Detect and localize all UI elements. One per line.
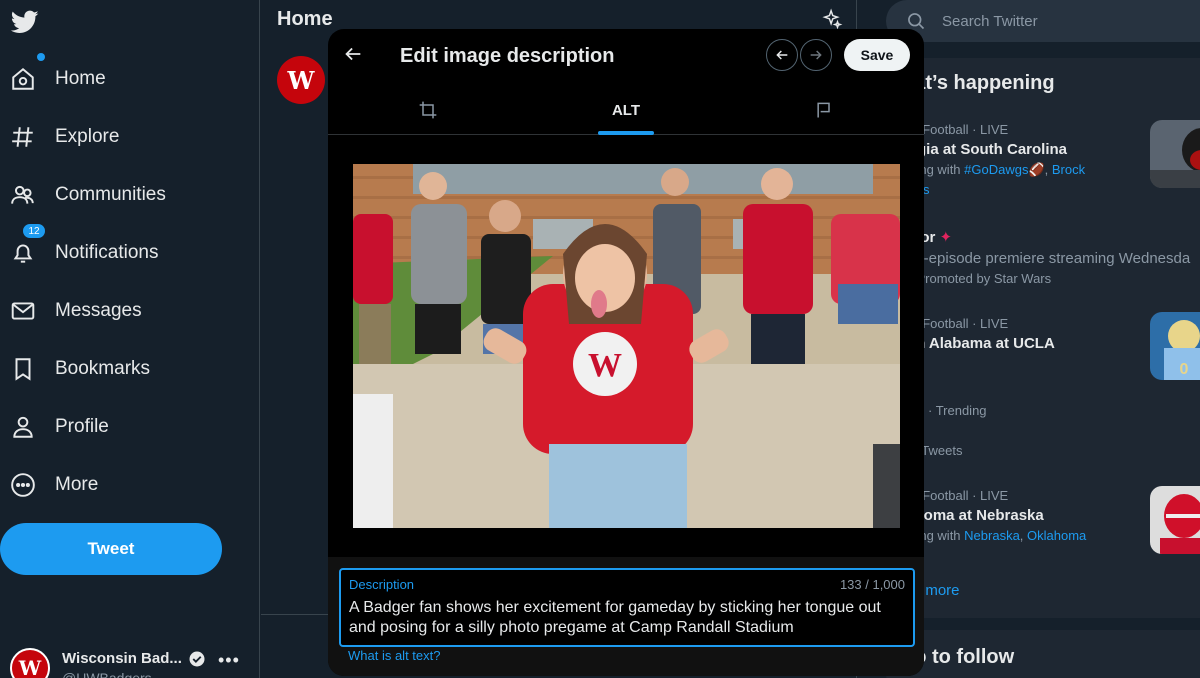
description-field[interactable]: Description 133 / 1,000 A Badger fan sho… — [339, 568, 915, 647]
sidebar-item-home[interactable]: Home — [10, 53, 106, 103]
tab-flag[interactable] — [784, 85, 864, 135]
trend-thumbnail — [1150, 486, 1200, 554]
character-count: 133 / 1,000 — [839, 577, 905, 592]
trends-title: hat’s happening — [902, 72, 1055, 94]
flag-icon — [817, 102, 830, 118]
account-handle: @UWBadgers — [62, 670, 152, 678]
person-icon — [13, 416, 33, 438]
description-textarea[interactable]: A Badger fan shows her excitement for ga… — [349, 598, 901, 642]
avatar[interactable]: W — [277, 56, 325, 104]
sidebar-item-label: Messages — [55, 300, 142, 321]
sidebar-item-bookmarks[interactable]: Bookmarks — [10, 345, 150, 393]
crop-icon — [419, 101, 437, 119]
more-dots-icon: ••• — [218, 650, 240, 670]
sidebar-item-more[interactable]: More — [10, 461, 98, 509]
sidebar-item-label: Explore — [55, 126, 120, 147]
tweet-button[interactable]: Tweet — [0, 523, 222, 575]
trend-title: ndor ✦ — [902, 228, 1200, 246]
verified-badge-icon — [189, 651, 205, 667]
bookmark-icon — [15, 358, 31, 381]
sidebar-item-label: Profile — [55, 416, 109, 437]
right-sidebar: hat’s happening AA Football · LIVE orgia… — [886, 0, 1200, 678]
promoted-label: ↗ Promoted by Star Wars — [902, 271, 1200, 287]
svg-text:0: 0 — [1180, 361, 1189, 378]
envelope-icon — [11, 302, 35, 320]
search-input[interactable] — [942, 12, 1162, 30]
sidebar-item-communities[interactable]: Communities — [10, 171, 166, 219]
promoted-text: Promoted by Star Wars — [916, 271, 1052, 286]
trend-description: ree-episode premiere streaming Wednesda — [902, 250, 1191, 267]
trend-title: etz — [902, 422, 1200, 439]
previous-image-button[interactable] — [766, 39, 798, 71]
modal-title: Edit image description — [400, 45, 615, 67]
save-button[interactable]: Save — [844, 39, 910, 71]
bell-icon — [13, 244, 33, 263]
home-unread-dot — [37, 53, 45, 61]
what-is-alt-text-link[interactable]: What is alt text? — [348, 648, 440, 663]
home-icon — [12, 67, 34, 90]
left-sidebar: Home Explore Communities 12 Notification… — [0, 0, 260, 678]
rebel-logo-icon: ✦ — [939, 229, 953, 246]
trend-tweet-count: 3K Tweets — [902, 443, 963, 458]
edit-image-description-modal: Edit image description Save ALT W Descri… — [328, 29, 924, 676]
sidebar-item-label: Bookmarks — [55, 358, 151, 379]
arrow-right-icon — [810, 50, 822, 60]
svg-text:W: W — [588, 347, 622, 384]
page-title: Home — [277, 8, 333, 30]
active-tab-indicator — [598, 131, 654, 135]
sidebar-item-label: Notifications — [55, 242, 159, 263]
trend-item[interactable]: itics · Trending etz 3K Tweets — [902, 403, 1200, 458]
back-arrow-icon[interactable] — [342, 43, 364, 65]
trend-thumbnail — [1150, 120, 1200, 188]
arrow-left-icon — [776, 50, 788, 60]
football-icon: 🏈 — [1028, 162, 1045, 177]
trend-meta: itics · Trending — [902, 403, 987, 418]
sidebar-item-explore[interactable]: Explore — [10, 113, 119, 161]
trends-panel: hat’s happening AA Football · LIVE orgia… — [886, 58, 1200, 618]
notification-count-badge: 12 — [22, 223, 46, 239]
trend-item-promoted[interactable]: ndor ✦ ree-episode premiere streaming We… — [902, 224, 1200, 287]
tab-alt[interactable]: ALT — [568, 85, 684, 135]
more-circle-icon — [11, 473, 35, 497]
twitter-bird-icon[interactable] — [10, 8, 40, 36]
avatar: W — [10, 648, 50, 678]
communities-icon — [11, 185, 34, 204]
hashtag-icon — [12, 127, 33, 147]
tab-alt-label: ALT — [611, 101, 641, 119]
account-switcher[interactable]: W Wisconsin Bad... @UWBadgers ••• — [10, 646, 250, 678]
tab-crop[interactable] — [388, 85, 468, 135]
account-name: Wisconsin Bad... — [62, 650, 182, 667]
trend-link[interactable]: Oklahoma — [1027, 528, 1086, 543]
sidebar-item-label: Communities — [55, 184, 166, 205]
description-label: Description — [349, 577, 415, 592]
sidebar-item-messages[interactable]: Messages — [10, 287, 142, 335]
trend-link[interactable]: Nebraska — [964, 528, 1020, 543]
sparkle-icon[interactable] — [821, 8, 843, 30]
app-root: Home Explore Communities 12 Notification… — [0, 0, 1200, 678]
trend-thumbnail: 0 — [1150, 312, 1200, 380]
image-preview: W — [353, 164, 900, 528]
sidebar-item-notifications[interactable]: 12 Notifications — [10, 223, 159, 277]
search-bar[interactable] — [886, 0, 1200, 42]
sidebar-item-label: Home — [55, 68, 106, 89]
sidebar-item-profile[interactable]: Profile — [10, 403, 109, 451]
sidebar-item-label: More — [55, 474, 99, 495]
search-icon — [908, 13, 925, 30]
next-image-button[interactable] — [800, 39, 832, 71]
trend-link[interactable]: #GoDawgs — [964, 162, 1028, 177]
modal-tabs: ALT — [328, 85, 924, 135]
who-to-follow-panel: ho to follow — [886, 630, 1200, 678]
trend-link[interactable]: Brock — [1052, 162, 1085, 177]
